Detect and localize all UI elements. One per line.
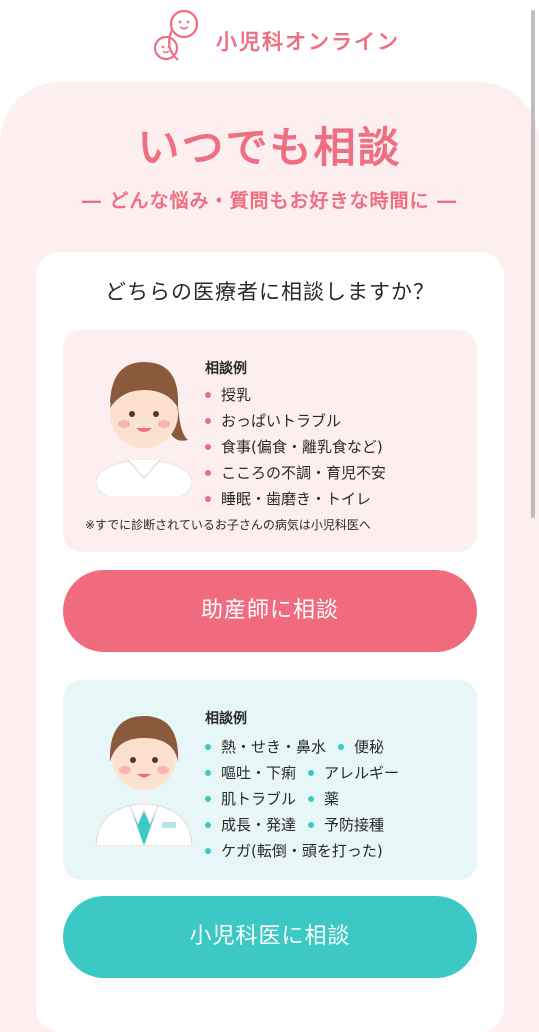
list-item: 食事(偏食・離乳食など) <box>205 434 386 460</box>
examples-row: ケガ(転倒・頭を打った) <box>205 838 465 864</box>
mother-child-logo-icon <box>153 9 199 61</box>
examples-row: 肌トラブル 薬 <box>205 786 465 812</box>
list-item: 睡眠・歯磨き・トイレ <box>205 486 386 512</box>
list-item: 熱・せき・鼻水 <box>205 734 326 760</box>
list-item: 薬 <box>308 786 339 812</box>
scrollbar[interactable] <box>531 10 535 518</box>
list-item: 授乳 <box>205 382 386 408</box>
midwife-note: ※すでに診断されているお子さんの病気は小児科医へ <box>85 518 371 532</box>
pediatrician-examples-label: 相談例 <box>205 711 247 727</box>
question-heading: どちらの医療者に相談しますか？ <box>105 280 435 304</box>
midwife-examples-list: 授乳 おっぱいトラブル 食事(偏食・離乳食など) こころの不調・育児不安 睡眠・… <box>205 382 386 512</box>
midwife-examples-label: 相談例 <box>205 361 247 377</box>
list-item: 予防接種 <box>308 812 384 838</box>
list-item: 成長・発達 <box>205 812 296 838</box>
examples-row: 熱・せき・鼻水 便秘 <box>205 734 465 760</box>
midwife-avatar-icon <box>95 362 193 496</box>
list-item: ケガ(転倒・頭を打った) <box>205 838 383 864</box>
examples-row: 成長・発達 予防接種 <box>205 812 465 838</box>
logo-text: 小児科オンライン <box>216 30 400 54</box>
examples-row: 嘔吐・下痢 アレルギー <box>205 760 465 786</box>
pediatrician-examples-list: 熱・せき・鼻水 便秘 嘔吐・下痢 アレルギー 肌トラブル 薬 成長・発達 予防接… <box>205 734 465 864</box>
consult-midwife-button[interactable]: 助産師に相談 <box>63 570 477 652</box>
list-item: 便秘 <box>338 734 384 760</box>
list-item: こころの不調・育児不安 <box>205 460 386 486</box>
consult-pediatrician-button[interactable]: 小児科医に相談 <box>63 896 477 978</box>
list-item: 嘔吐・下痢 <box>205 760 296 786</box>
pediatrician-avatar-icon <box>95 716 193 846</box>
hero-subtitle: ― どんな悩み・質問もお好きな時間に ― <box>81 190 458 212</box>
hero-title: いつでも相談 <box>137 123 402 172</box>
list-item: 肌トラブル <box>205 786 296 812</box>
list-item: おっぱいトラブル <box>205 408 386 434</box>
list-item: アレルギー <box>308 760 399 786</box>
logo[interactable]: 小児科オンライン <box>148 8 398 68</box>
header: 小児科オンライン <box>0 0 539 80</box>
